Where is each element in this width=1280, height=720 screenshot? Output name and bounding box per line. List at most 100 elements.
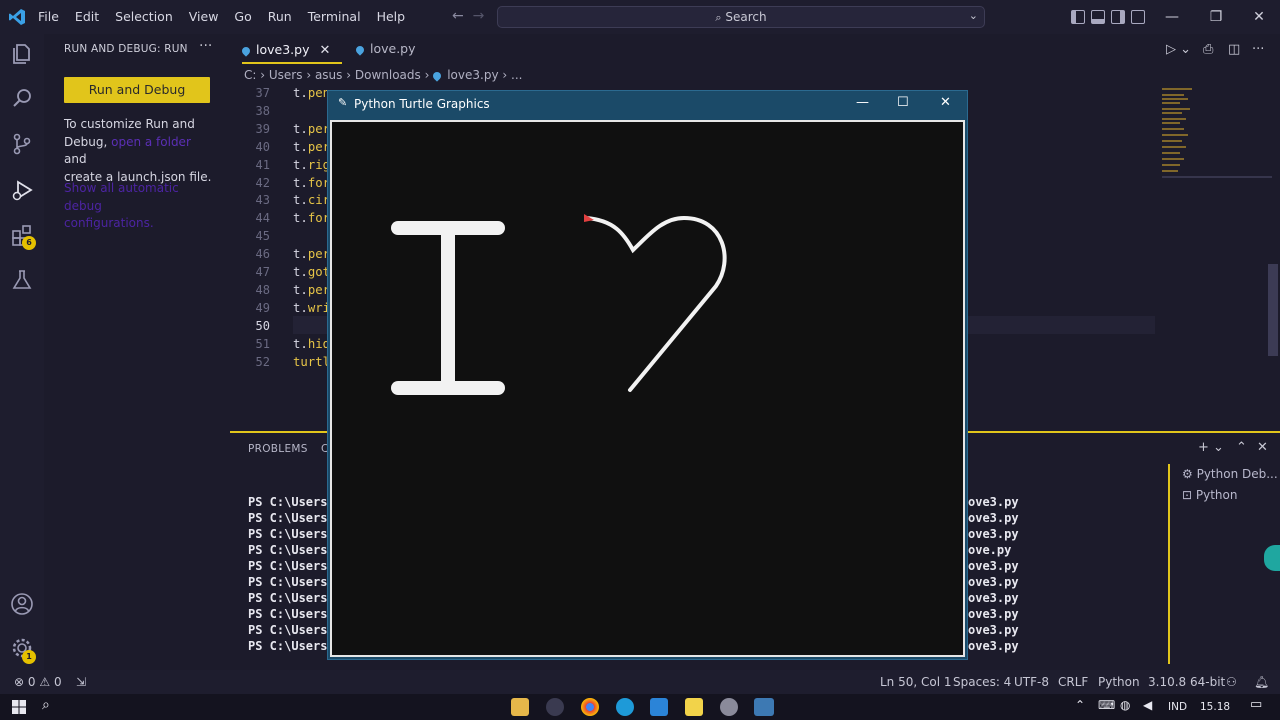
code-line[interactable]: t.for [293,211,330,225]
cursor-position[interactable]: Ln 50, Col 1 [880,675,952,689]
code-line[interactable]: t.per [293,283,330,297]
more-actions-icon[interactable]: ··· [1252,42,1264,57]
line-number: 44 [255,211,270,226]
python-interpreter[interactable]: 3.10.8 64-bit [1148,675,1225,689]
code-line[interactable]: t.wri [293,301,330,315]
close-icon[interactable]: ✕ [319,43,330,58]
indentation[interactable]: Spaces: 4 [953,675,1011,689]
clock-app-icon[interactable] [546,698,564,716]
search-icon[interactable] [8,84,36,112]
turtle-canvas[interactable] [330,120,965,657]
volume-icon[interactable]: ◀ [1143,698,1152,712]
problems-status[interactable]: ⊗ 0 ⚠ 0 [14,675,62,689]
menu-run[interactable]: Run [268,0,292,34]
menu-selection[interactable]: Selection [115,0,173,34]
menu-edit[interactable]: Edit [75,0,99,34]
code-line[interactable]: turtl [293,355,330,369]
code-line[interactable]: t.per [293,140,330,154]
breadcrumb-item[interactable]: C: [244,68,256,82]
explorer-icon[interactable] [8,40,36,68]
tab-love-py[interactable]: love.py [354,34,416,64]
back-arrow-icon[interactable]: ← [452,8,464,24]
menu-file[interactable]: File [38,0,59,34]
run-python-file-icon[interactable]: ▷ ⌄ [1166,42,1191,57]
source-control-icon[interactable] [8,130,36,158]
turtle-maximize-button[interactable]: ☐ [897,95,909,110]
notes-app-icon[interactable] [685,698,703,716]
window-minimize-button[interactable]: — [1150,0,1194,34]
python-taskbar-icon[interactable] [754,698,774,716]
run-and-debug-icon[interactable] [8,176,36,204]
editor-scrollbar[interactable] [1268,264,1278,356]
network-icon[interactable]: ⌨ [1098,698,1115,712]
window-close-button[interactable]: ✕ [1237,0,1280,34]
maximize-panel-icon[interactable]: ⌃ [1236,440,1247,455]
breadcrumb-item[interactable]: Downloads [355,68,421,82]
toggle-panel-icon[interactable] [1091,10,1105,24]
close-panel-icon[interactable]: ✕ [1257,440,1268,455]
printer-icon[interactable]: ⎙ [1203,42,1213,57]
file-explorer-icon[interactable] [511,698,529,716]
turtle-minimize-button[interactable]: — [856,95,869,110]
code-line[interactable]: t.hid [293,337,330,351]
breadcrumb-item[interactable]: Users [269,68,303,82]
command-center-search[interactable]: ⌕ Search ⌄ [497,6,985,28]
window-restore-button[interactable]: ❐ [1194,0,1238,34]
notification-center-icon[interactable]: ▭ [1250,697,1262,712]
recording-indicator [1264,545,1280,571]
show-debug-configs-line1: Show all automatic debug [64,181,179,213]
code-line[interactable]: t.rig [293,158,330,172]
forward-arrow-icon[interactable]: → [473,8,485,24]
windows-start-icon[interactable] [12,700,26,714]
chevron-down-icon[interactable]: ⌄ [969,9,978,22]
toggle-primary-sidebar-icon[interactable] [1071,10,1085,24]
code-line[interactable]: t.got [293,265,330,279]
accounts-icon[interactable] [8,590,36,618]
open-folder-link[interactable]: open a folder [111,135,191,149]
testing-flask-icon[interactable] [8,266,36,294]
vscode-taskbar-icon[interactable] [650,698,668,716]
more-actions-icon[interactable]: ··· [199,38,212,54]
end-of-line[interactable]: CRLF [1058,675,1088,689]
toggle-secondary-sidebar-icon[interactable] [1111,10,1125,24]
menu-help[interactable]: Help [377,0,406,34]
tab-love3-py[interactable]: love3.py ✕ [240,34,331,64]
chrome-icon[interactable] [581,698,599,716]
breadcrumb-item[interactable]: ... [511,68,522,82]
tab-problems[interactable]: PROBLEMS [248,443,308,455]
code-line[interactable]: t.per [293,247,330,261]
terminal-item-python[interactable]: ⊡ Python [1182,488,1238,502]
live-share-icon[interactable]: ⇲ [76,675,86,689]
turtle-graphics-window[interactable]: ✎ Python Turtle Graphics — ☐ ✕ [327,90,968,660]
clock-time[interactable]: 15.18 [1200,701,1230,713]
encoding[interactable]: UTF-8 [1014,675,1049,689]
terminal-item-python-debug[interactable]: ⚙ Python Deb... [1182,467,1278,481]
menu-go[interactable]: Go [234,0,251,34]
edge-icon[interactable] [616,698,634,716]
menu-terminal[interactable]: Terminal [308,0,361,34]
line-number: 49 [255,300,270,315]
feedback-icon[interactable]: ⚇ [1226,675,1237,689]
code-object: t. [293,336,308,351]
code-line[interactable]: t.per [293,122,330,136]
show-debug-configs-link[interactable]: Show all automatic debug configurations. [64,180,214,233]
notifications-bell-icon[interactable]: 🔔︎ [1254,675,1269,689]
language-mode[interactable]: Python [1098,675,1140,689]
customize-layout-icon[interactable] [1131,10,1145,24]
breadcrumb-item[interactable]: asus [315,68,342,82]
code-line[interactable]: t.cir [293,193,330,207]
turtle-close-button[interactable]: ✕ [940,95,951,110]
minimap[interactable] [1162,86,1272,186]
new-terminal-icon[interactable]: + ⌄ [1198,440,1224,455]
code-line[interactable]: t.pen [293,86,330,100]
split-editor-icon[interactable]: ◫ [1228,42,1240,57]
breadcrumb-item[interactable]: love3.py [447,68,498,82]
run-and-debug-button[interactable]: Run and Debug [64,77,210,103]
chevron-up-icon[interactable]: ⌃ [1075,698,1085,712]
taskbar-search-icon[interactable]: ⌕ [42,697,50,713]
input-language[interactable]: IND [1168,701,1187,713]
settings-app-icon[interactable] [720,698,738,716]
code-line[interactable]: t.for [293,176,330,190]
menu-view[interactable]: View [189,0,219,34]
globe-icon[interactable]: ◍ [1120,698,1130,712]
